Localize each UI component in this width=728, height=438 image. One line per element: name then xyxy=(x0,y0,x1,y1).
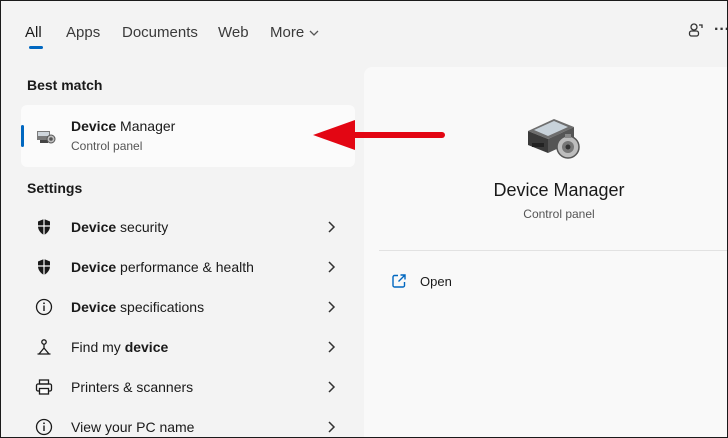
setting-view-pc-name[interactable]: View your PC name xyxy=(21,409,355,437)
best-match-subtitle: Control panel xyxy=(71,139,143,153)
setting-label-bold: Device xyxy=(71,299,117,315)
chevron-right-icon xyxy=(328,261,336,273)
setting-label: Device performance & health xyxy=(71,259,254,275)
device-manager-icon xyxy=(37,131,56,144)
best-match-heading: Best match xyxy=(27,77,103,93)
chevron-right-icon xyxy=(328,381,336,393)
setting-label: Device specifications xyxy=(71,299,204,315)
tab-documents[interactable]: Documents xyxy=(122,23,198,43)
info-icon xyxy=(35,418,53,436)
setting-printers-scanners[interactable]: Printers & scanners xyxy=(21,369,355,405)
setting-device-security[interactable]: Device security xyxy=(21,209,355,245)
setting-label-rest: performance & health xyxy=(116,259,254,275)
find-device-icon xyxy=(37,339,51,355)
setting-label: Printers & scanners xyxy=(71,379,194,395)
setting-device-performance[interactable]: Device performance & health xyxy=(21,249,355,285)
open-external-icon xyxy=(392,274,406,288)
device-manager-icon xyxy=(528,119,580,159)
best-match-title-rest: Manager xyxy=(116,118,176,134)
tab-web[interactable]: Web xyxy=(218,23,249,43)
search-window: All Apps Documents Web More ··· Best mat… xyxy=(0,0,728,438)
open-button[interactable]: Open xyxy=(384,269,584,293)
chevron-right-icon xyxy=(328,421,336,433)
info-icon xyxy=(35,298,53,316)
selected-indicator xyxy=(21,125,24,147)
chevron-right-icon xyxy=(328,341,336,353)
more-options-icon[interactable]: ··· xyxy=(711,19,727,41)
setting-label: Device security xyxy=(71,219,168,235)
setting-label-rest: security xyxy=(116,219,169,235)
setting-label-rest: specifications xyxy=(116,299,205,315)
detail-title: Device Manager xyxy=(493,180,625,200)
tab-more[interactable]: More xyxy=(270,23,320,43)
chevron-right-icon xyxy=(328,221,336,233)
tab-more-label: More xyxy=(270,24,305,41)
chevron-right-icon xyxy=(328,301,336,313)
divider xyxy=(379,250,727,251)
setting-device-specifications[interactable]: Device specifications xyxy=(21,289,355,325)
active-tab-indicator xyxy=(29,46,43,49)
red-arrow-annotation xyxy=(313,120,445,150)
setting-label-bold: device xyxy=(124,339,169,355)
printer-icon xyxy=(35,379,53,395)
setting-label: View your PC name xyxy=(71,419,195,435)
best-match-title-bold: Device xyxy=(71,118,117,134)
filter-tabs: All Apps Documents Web More ··· xyxy=(1,1,727,61)
chevron-down-icon xyxy=(309,30,319,36)
best-match-item[interactable]: Device Manager Control panel xyxy=(21,105,355,167)
tab-all[interactable]: All xyxy=(25,23,42,43)
shield-icon xyxy=(38,259,50,275)
shield-icon xyxy=(38,219,50,235)
setting-label: Find my device xyxy=(71,339,168,355)
tab-apps[interactable]: Apps xyxy=(66,23,100,43)
settings-heading: Settings xyxy=(27,180,83,196)
setting-find-my-device[interactable]: Find my device xyxy=(21,329,355,365)
best-match-title: Device Manager xyxy=(71,118,175,134)
setting-label-bold: Device xyxy=(71,219,117,235)
setting-label-pre: Find my xyxy=(71,339,125,355)
detail-subtitle: Control panel xyxy=(523,207,595,221)
setting-label-bold: Device xyxy=(71,259,117,275)
share-people-icon[interactable] xyxy=(685,19,707,41)
open-label: Open xyxy=(420,274,452,289)
